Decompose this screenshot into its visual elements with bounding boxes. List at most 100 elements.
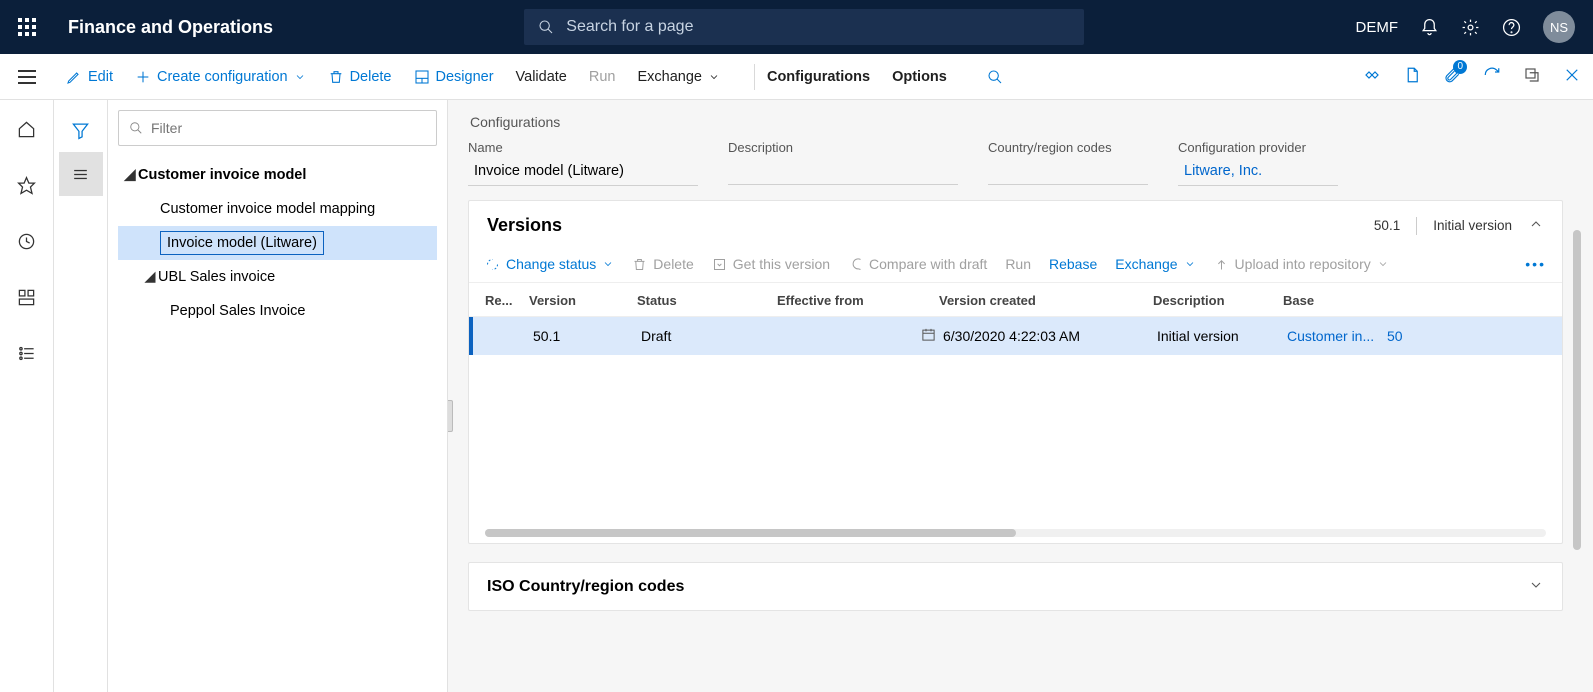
provider-link[interactable]: Litware, Inc. xyxy=(1178,159,1338,186)
breadcrumb: Configurations xyxy=(470,114,1589,130)
run-button: Run xyxy=(589,69,616,85)
edit-button[interactable]: Edit xyxy=(66,69,113,85)
find-button[interactable] xyxy=(987,69,1003,85)
version-row[interactable]: 50.1 Draft 6/30/2020 4:22:03 AM Initial … xyxy=(469,317,1562,355)
cell-description: Initial version xyxy=(1157,328,1287,344)
calendar-icon[interactable] xyxy=(921,327,943,345)
search-icon xyxy=(987,69,1003,85)
compare-icon xyxy=(848,257,863,272)
rebase-button[interactable]: Rebase xyxy=(1049,256,1097,272)
global-header: Finance and Operations Search for a page… xyxy=(0,0,1593,54)
tree-node[interactable]: Customer invoice model mapping xyxy=(118,192,437,226)
expand-button[interactable] xyxy=(1528,577,1544,596)
horizontal-scrollbar[interactable] xyxy=(485,529,1546,537)
trash-icon xyxy=(328,69,344,85)
app-launcher-icon[interactable] xyxy=(18,18,36,36)
list-pane-button[interactable] xyxy=(59,152,103,196)
close-button[interactable] xyxy=(1563,66,1581,88)
nav-modules[interactable] xyxy=(8,334,46,372)
description-field[interactable] xyxy=(728,159,958,185)
tree-node[interactable]: ◢UBL Sales invoice xyxy=(118,260,437,294)
more-actions-button[interactable]: ••• xyxy=(1525,256,1546,272)
nav-rail xyxy=(0,100,54,692)
chevron-down-icon xyxy=(708,71,720,83)
validate-button[interactable]: Validate xyxy=(516,69,567,85)
iso-card: ISO Country/region codes xyxy=(468,562,1563,611)
cell-created: 6/30/2020 4:22:03 AM xyxy=(943,328,1157,344)
search-icon xyxy=(538,19,554,35)
gear-icon[interactable] xyxy=(1461,18,1480,37)
nav-toggle-icon[interactable] xyxy=(18,70,42,84)
nav-recent[interactable] xyxy=(8,222,46,260)
options-tab[interactable]: Options xyxy=(892,69,947,85)
nav-favorites[interactable] xyxy=(8,166,46,204)
col-version[interactable]: Version xyxy=(529,293,637,308)
field-label: Name xyxy=(468,140,698,155)
chevron-down-icon xyxy=(1528,577,1544,593)
col-created[interactable]: Version created xyxy=(939,293,1153,308)
filter-pane-button[interactable] xyxy=(59,108,103,152)
meta-description: Initial version xyxy=(1433,218,1512,233)
close-icon xyxy=(1563,66,1581,84)
versions-toolbar: Change status Delete Get this version Co… xyxy=(469,250,1562,283)
change-status-button[interactable]: Change status xyxy=(485,256,614,272)
content-area: Configurations Name Invoice model (Litwar… xyxy=(448,100,1593,692)
name-field[interactable]: Invoice model (Litware) xyxy=(468,159,698,186)
user-avatar[interactable]: NS xyxy=(1543,11,1575,43)
popout-button[interactable] xyxy=(1523,66,1541,88)
bell-icon[interactable] xyxy=(1420,18,1439,37)
star-icon xyxy=(17,176,36,195)
toolbar-separator xyxy=(754,64,755,90)
tree-node[interactable]: Peppol Sales Invoice xyxy=(118,294,437,328)
vertical-scrollbar[interactable] xyxy=(1573,230,1581,550)
cycle-icon xyxy=(485,257,500,272)
col-re[interactable]: Re... xyxy=(485,293,529,308)
attachments-button[interactable]: 0 xyxy=(1443,66,1461,88)
col-base[interactable]: Base xyxy=(1283,293,1383,308)
field-label: Description xyxy=(728,140,958,155)
configurations-tab[interactable]: Configurations xyxy=(767,69,870,85)
upload-icon xyxy=(1214,257,1229,272)
country-field[interactable] xyxy=(988,159,1148,185)
col-status[interactable]: Status xyxy=(637,293,777,308)
tree-node-root[interactable]: ◢Customer invoice model xyxy=(118,158,437,192)
refresh-button[interactable] xyxy=(1483,66,1501,88)
iso-title: ISO Country/region codes xyxy=(487,578,684,596)
col-description[interactable]: Description xyxy=(1153,293,1283,308)
designer-button[interactable]: Designer xyxy=(414,69,494,85)
chevron-down-icon xyxy=(602,258,614,270)
collapse-button[interactable] xyxy=(1528,216,1544,235)
trash-icon xyxy=(632,257,647,272)
lines-icon xyxy=(71,165,90,184)
tree-node-selected[interactable]: Invoice model (Litware) xyxy=(118,226,437,260)
tree-filter[interactable] xyxy=(118,110,437,146)
refresh-icon xyxy=(1483,66,1501,84)
col-effective[interactable]: Effective from xyxy=(777,293,917,308)
help-icon[interactable] xyxy=(1502,18,1521,37)
version-run-button: Run xyxy=(1005,256,1031,272)
nav-home[interactable] xyxy=(8,110,46,148)
cell-status: Draft xyxy=(641,328,781,344)
document-icon[interactable] xyxy=(1403,66,1421,88)
home-icon xyxy=(17,120,36,139)
funnel-icon xyxy=(71,121,90,140)
chevron-down-icon xyxy=(1377,258,1389,270)
nav-workspaces[interactable] xyxy=(8,278,46,316)
designer-icon xyxy=(414,69,430,85)
filter-input[interactable] xyxy=(151,120,426,136)
caret-down-icon[interactable]: ◢ xyxy=(142,269,158,285)
caret-down-icon[interactable]: ◢ xyxy=(122,167,138,183)
company-code[interactable]: DEMF xyxy=(1355,19,1398,36)
version-exchange-menu[interactable]: Exchange xyxy=(1115,256,1195,272)
link-icon[interactable] xyxy=(1363,66,1381,88)
delete-button[interactable]: Delete xyxy=(328,69,392,85)
global-search[interactable]: Search for a page xyxy=(524,9,1084,45)
cell-base-link[interactable]: Customer in... xyxy=(1287,328,1387,344)
create-configuration-button[interactable]: Create configuration xyxy=(135,69,306,85)
field-label: Country/region codes xyxy=(988,140,1148,155)
cell-base-num[interactable]: 50 xyxy=(1387,328,1427,344)
clock-icon xyxy=(17,232,36,251)
splitter-handle[interactable] xyxy=(448,400,453,432)
exchange-menu[interactable]: Exchange xyxy=(637,69,720,85)
chevron-down-icon xyxy=(294,71,306,83)
